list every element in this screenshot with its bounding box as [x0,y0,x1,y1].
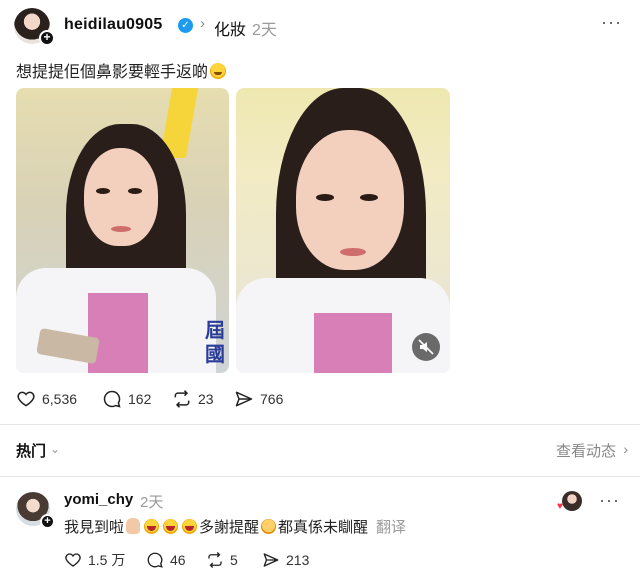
divider [0,476,640,477]
more-options-icon[interactable]: ··· [599,490,620,511]
comment-button[interactable]: 162 [102,388,151,410]
comment-like-button[interactable]: 1.5 万 [64,550,125,570]
repost-icon [208,552,222,568]
send-icon [263,553,279,567]
eye-right [360,194,378,201]
divider [0,424,640,425]
hand-emoji-icon [126,518,141,534]
lips [111,226,131,232]
comment-text: 我見到啦 多謝提醒 都真係未瞓醒 翻译 [64,516,406,537]
repost-button[interactable]: 23 [172,388,214,410]
comment-reply-button[interactable]: 46 [146,550,186,570]
face-emoji-icon [210,63,227,79]
comment-like-count: 1.5 万 [88,552,126,568]
comment-icon [147,552,163,568]
comment-reply-count: 46 [170,552,186,568]
translate-link[interactable]: 翻译 [376,519,406,536]
comment-text-part: 我見到啦 [64,519,125,536]
post-time: 2天 [252,22,277,39]
comment-repost-count: 5 [230,552,238,568]
eye-right [128,188,142,194]
heart-icon [17,391,35,407]
eye-left [316,194,334,201]
sort-row: 热门 ⌄ 查看动态 › [16,440,628,462]
follow-plus-icon[interactable]: + [40,514,55,529]
post-image-1[interactable]: 屆 國 [16,88,229,373]
send-icon [235,391,253,407]
more-options-icon[interactable]: ··· [601,12,622,33]
author-username[interactable]: heidilau0905 [64,16,162,34]
view-activity-link[interactable]: 查看动态 [556,440,616,461]
laughing-emoji-icon [182,519,198,534]
eye-left [96,188,110,194]
heart-icon: ♥ [557,501,563,512]
comment-share-count: 213 [286,552,310,568]
commenter-username[interactable]: yomi_chy [64,491,133,508]
comment-action-bar: 1.5 万 46 5 213 [64,550,384,570]
chevron-right-icon[interactable]: › [623,441,628,457]
top-shape [88,293,148,373]
comment-icon [103,390,121,408]
topic-tag[interactable]: 化妝 [214,16,246,40]
laughing-emoji-icon [163,519,179,534]
post-action-bar: 6,536 162 23 766 [16,388,416,410]
comment-text-part: 都真係未瞓醒 [278,519,369,536]
comment-count: 162 [128,391,152,407]
author-liked-avatar [562,491,582,511]
follow-plus-icon[interactable]: + [39,30,55,46]
laughing-emoji-icon [144,519,160,534]
post-caption: 想提提佢個鼻影要輕手返啲 [16,58,227,82]
mute-button[interactable] [412,333,440,361]
verified-badge-icon: ✓ [178,18,193,33]
teary-emoji-icon [261,519,277,534]
post-image-2[interactable] [236,88,450,373]
speaker-muted-icon [418,339,434,355]
share-count: 766 [260,391,284,407]
like-count: 6,536 [42,391,78,407]
top-shape [314,313,392,373]
chevron-right-icon: › [200,15,205,32]
comment-time: 2天 [140,494,164,511]
caption-text: 想提提佢個鼻影要輕手返啲 [16,64,209,81]
share-button[interactable]: 766 [234,388,283,410]
heart-icon [65,553,81,567]
like-button[interactable]: 6,536 [16,388,77,410]
comment-share-button[interactable]: 213 [262,550,309,570]
repost-count: 23 [198,391,214,407]
post-header: + heidilau0905 ✓ › 化妝 2天 ··· [14,6,626,46]
background-text: 屆 國 [205,318,225,366]
comment-text-part: 多謝提醒 [199,519,260,536]
repost-icon [174,390,190,408]
chevron-down-icon[interactable]: ⌄ [50,442,60,456]
sort-dropdown[interactable]: 热门 [16,440,46,461]
comment-repost-button[interactable]: 5 [206,550,238,570]
lips [340,248,366,256]
